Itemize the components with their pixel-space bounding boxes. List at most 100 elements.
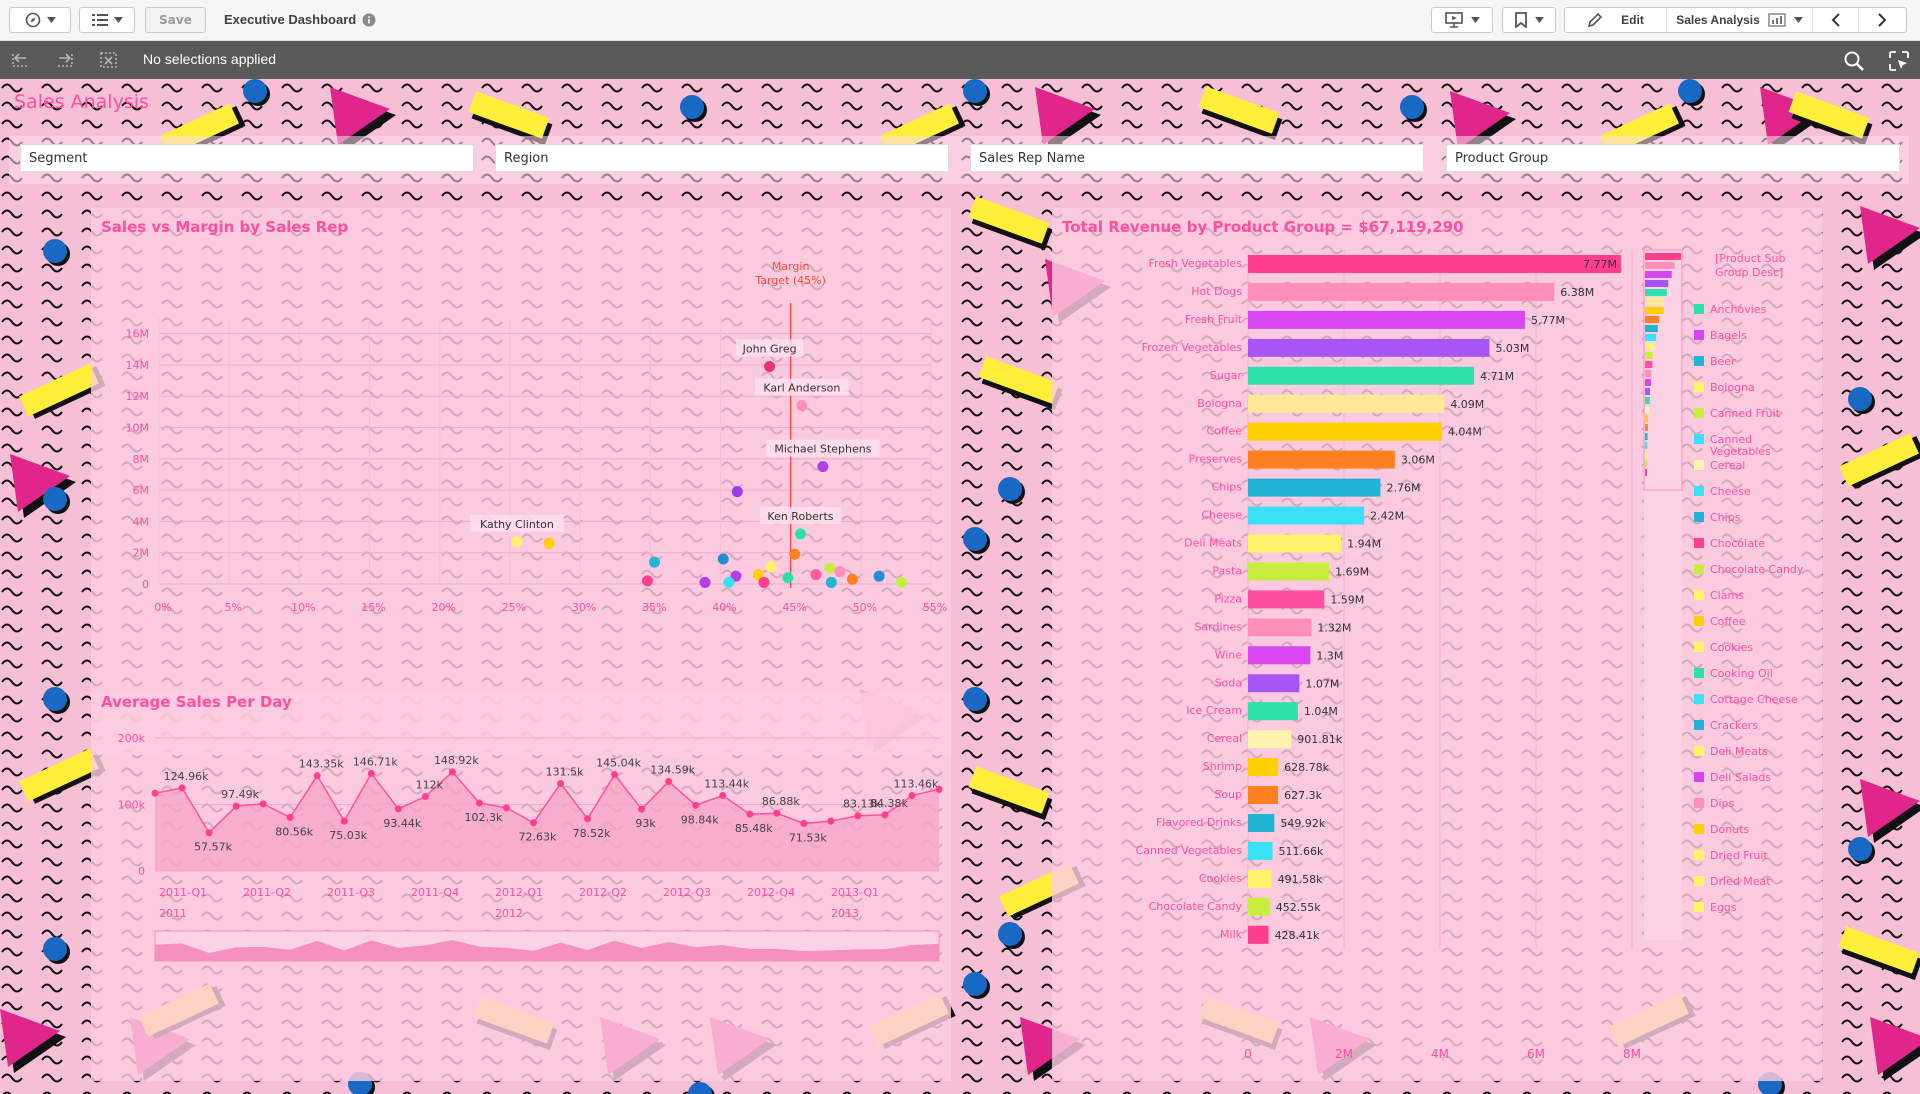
area-data-label: 112k <box>416 779 444 792</box>
bookmark-icon <box>1514 12 1527 28</box>
revenue-bar <box>1248 282 1555 301</box>
present-button[interactable] <box>1432 8 1492 32</box>
scatter-panel[interactable]: Sales vs Margin by Sales Rep 0 2M 4M 6M 8M 10… <box>91 208 951 755</box>
legend-label: Cheese <box>1710 485 1751 498</box>
top-toolbar: Save Executive Dashboard Edit Sales Anal… <box>0 0 1920 41</box>
legend-title: Group Desc] <box>1715 266 1783 279</box>
filter-product-group[interactable]: Product Group <box>1446 144 1900 172</box>
legend-swatch <box>1694 434 1704 444</box>
area-point <box>638 805 646 813</box>
info-icon[interactable] <box>362 13 376 27</box>
area-point <box>475 799 483 807</box>
scatter-point <box>717 553 729 565</box>
chevron-down-icon <box>1534 17 1544 23</box>
scatter-y-tick: 10M <box>126 422 150 435</box>
area-y-tick: 200k <box>118 732 146 745</box>
step-back-icon[interactable] <box>10 50 32 70</box>
bar-category-label: Bologna <box>1197 397 1242 410</box>
scatter-y-tick: 0 <box>142 578 149 591</box>
legend-swatch <box>1694 356 1704 366</box>
bar-scrollbar-mark <box>1645 433 1648 440</box>
area-point <box>529 819 537 827</box>
chevron-left-icon <box>1831 13 1840 27</box>
area-data-label: 84.38k <box>870 797 908 810</box>
bar-value-label: 2.76M <box>1386 482 1420 495</box>
bar-value-label: 1.04M <box>1304 705 1338 718</box>
area-data-label: 98.84k <box>681 813 719 826</box>
legend-label: Chips <box>1710 511 1741 524</box>
sheet-list-button[interactable] <box>79 7 135 33</box>
revenue-bar <box>1248 590 1325 609</box>
bar-category-label: Fresh Vegetables <box>1148 257 1242 270</box>
search-icon[interactable] <box>1843 50 1865 72</box>
selection-tool-icon[interactable] <box>1888 50 1910 72</box>
area-point <box>908 792 916 800</box>
filter-region[interactable]: Region <box>495 144 949 172</box>
scatter-x-tick: 10% <box>291 601 315 614</box>
filter-segment[interactable]: Segment <box>20 144 474 172</box>
bar-category-label: Cheese <box>1201 509 1242 522</box>
revenue-bar <box>1248 925 1269 944</box>
sheet-selector[interactable]: Sales Analysis <box>1667 8 1813 32</box>
area-point <box>313 772 321 780</box>
legend-label: Anchovies <box>1710 303 1767 316</box>
scatter-x-tick: 15% <box>361 601 385 614</box>
bar-category-label: Wine <box>1215 648 1243 661</box>
area-data-label: 145.04k <box>596 757 641 770</box>
bar-scrollbar-mark <box>1645 280 1669 287</box>
area-year-label: 2011 <box>159 907 187 920</box>
bar-category-label: Preserves <box>1188 453 1242 466</box>
legend-label: Beer <box>1710 355 1736 368</box>
legend-swatch <box>1694 850 1704 860</box>
previous-sheet-button[interactable] <box>1813 8 1859 32</box>
bar-x-tick: 2M <box>1335 1047 1353 1061</box>
avg-sales-panel[interactable]: Average Sales Per Day 0 100k 200k 124.96k 57… <box>91 693 951 1081</box>
area-point <box>367 769 375 777</box>
bar-value-label: 3.06M <box>1401 454 1435 467</box>
navigation-menu-button[interactable] <box>9 7 71 33</box>
bar-scrollbar-mark <box>1645 316 1660 323</box>
bar-value-label: 5.03M <box>1495 342 1529 355</box>
bar-value-label: 901.81k <box>1297 733 1342 746</box>
bar-category-label: Pasta <box>1212 564 1242 577</box>
bookmark-button[interactable] <box>1503 8 1555 32</box>
scatter-y-tick: 12M <box>126 390 150 403</box>
filter-sales-rep-name[interactable]: Sales Rep Name <box>970 144 1424 172</box>
chevron-right-icon <box>1877 13 1886 27</box>
bar-category-label: Soda <box>1215 676 1242 689</box>
legend-swatch <box>1694 564 1704 574</box>
bar-value-label: 452.55k <box>1276 901 1321 914</box>
step-forward-icon[interactable] <box>53 50 75 70</box>
revenue-bar <box>1248 562 1330 581</box>
area-point <box>205 829 213 837</box>
edit-button[interactable]: Edit <box>1565 8 1667 32</box>
revenue-bar <box>1248 814 1275 832</box>
chevron-down-icon <box>1470 17 1480 23</box>
legend-swatch <box>1694 512 1704 522</box>
area-data-label: 75.03k <box>329 829 367 842</box>
area-point <box>692 801 700 809</box>
revenue-chart[interactable]: 0 2M 4M 6M 8M Fresh Vegetables 7.77M Hot Dogs 6.… <box>1052 208 1822 1081</box>
scatter-chart[interactable]: 0 2M 4M 6M 8M 10M 12M 14M 16M 0% 5% 10% 15% 20% 25% 30%… <box>91 208 951 755</box>
legend-label: Bologna <box>1710 381 1755 394</box>
bar-category-label: Frozen Vegetables <box>1142 341 1243 354</box>
legend-label: Dips <box>1710 797 1735 810</box>
avg-sales-chart[interactable]: 0 100k 200k 124.96k 57.57k 97.49k 80.56k 143.35… <box>91 693 951 1081</box>
dot-shape <box>1678 79 1702 103</box>
scatter-x-tick: 5% <box>224 601 241 614</box>
clear-selections-icon[interactable] <box>98 50 120 70</box>
bar-category-label: Flavored Drinks <box>1156 816 1242 829</box>
save-button[interactable]: Save <box>145 7 206 33</box>
area-data-label: 93.44k <box>383 817 421 830</box>
area-data-label: 148.92k <box>434 754 479 767</box>
legend-label: Crackers <box>1710 719 1758 732</box>
next-sheet-button[interactable] <box>1859 8 1904 32</box>
legend-swatch <box>1694 616 1704 626</box>
story-menu[interactable] <box>1431 7 1493 33</box>
bar-scrollbar-mark <box>1645 424 1648 431</box>
dot-shape <box>998 922 1022 946</box>
revenue-panel[interactable]: Total Revenue by Product Group = $67,119… <box>1052 208 1822 1081</box>
bookmarks-menu[interactable] <box>1502 7 1556 33</box>
area-x-tick: 2011-Q3 <box>327 886 375 899</box>
area-data-label: 86.88k <box>762 795 800 808</box>
